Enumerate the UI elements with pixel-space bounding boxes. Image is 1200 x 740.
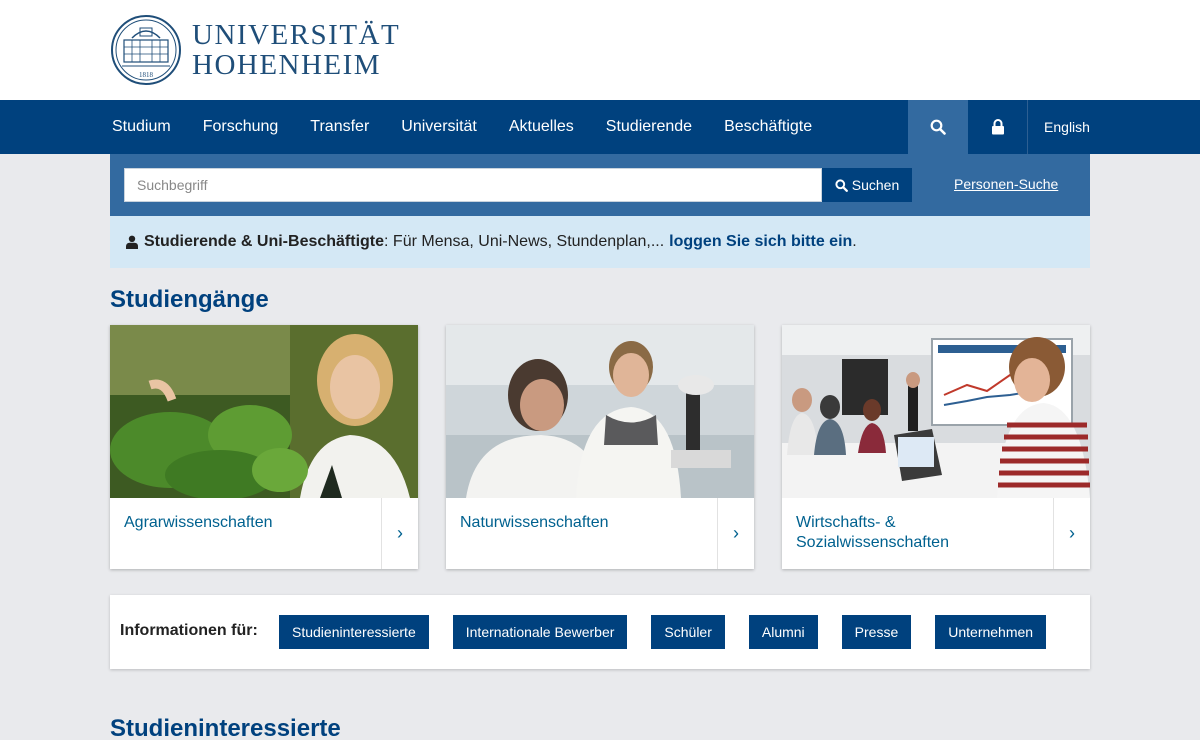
- target-button-presse[interactable]: Presse: [841, 615, 912, 649]
- wordmark-line-2: HOHENHEIM: [192, 49, 382, 81]
- target-button-internationale-bewerber[interactable]: Internationale Bewerber: [452, 615, 628, 649]
- search-icon: [930, 119, 946, 135]
- nav-login-button[interactable]: [968, 100, 1028, 154]
- program-card-wiso-label: Wirtschafts- & Sozialwissenschaften: [796, 514, 949, 551]
- target-button-alumni[interactable]: Alumni: [748, 615, 818, 649]
- programs-section-title: Studiengänge: [110, 286, 269, 313]
- login-link[interactable]: loggen Sie sich bitte ein: [669, 233, 852, 251]
- program-card-agrar[interactable]: Agrarwissenschaften ›: [110, 325, 418, 569]
- target-group-buttons: Studieninteressierte Internationale Bewe…: [279, 615, 1047, 649]
- prospective-section-title: Studieninteressierte: [110, 715, 341, 740]
- login-notice-audience: Studierende & Uni-Beschäftigte: [144, 233, 385, 250]
- university-wordmark: UNIVERSITÄT HOHENHEIM: [192, 20, 400, 80]
- nav-item-forschung[interactable]: Forschung: [187, 100, 295, 154]
- program-card-agrar-photo: [110, 325, 418, 498]
- program-card-wiso[interactable]: Wirtschafts- & Sozialwissenschaften ›: [782, 325, 1090, 569]
- people-search-link[interactable]: Personen-Suche: [954, 176, 1058, 192]
- program-card-wiso-photo: [782, 325, 1090, 498]
- language-switch-english[interactable]: English: [1028, 100, 1106, 154]
- nav-item-beschaeftigte[interactable]: Beschäftigte: [708, 100, 828, 154]
- nav-search-toggle[interactable]: [908, 100, 968, 154]
- search-button-label: Suchen: [851, 177, 900, 193]
- target-button-schueler[interactable]: Schüler: [651, 615, 725, 649]
- wordmark-line-1: UNIVERSITÄT: [192, 19, 401, 51]
- program-card-natur[interactable]: Naturwissenschaften ›: [446, 325, 754, 569]
- chevron-right-icon: ›: [717, 498, 754, 569]
- program-card-agrar-label: Agrarwissenschaften: [124, 514, 273, 531]
- main-navigation: Studium Forschung Transfer Universität A…: [0, 100, 1200, 154]
- nav-menu: Studium Forschung Transfer Universität A…: [96, 100, 828, 154]
- search-band: Suchen Personen-Suche: [110, 154, 1090, 216]
- seal-year: 1818: [139, 71, 154, 79]
- nav-item-studierende[interactable]: Studierende: [590, 100, 708, 154]
- lock-icon: [991, 119, 1004, 135]
- program-card-natur-label: Naturwissenschaften: [460, 514, 609, 531]
- login-notice-end: .: [852, 233, 857, 250]
- nav-item-aktuelles[interactable]: Aktuelles: [493, 100, 590, 154]
- target-button-studieninteressierte[interactable]: Studieninteressierte: [279, 615, 429, 649]
- target-group-bar: Informationen für: Studieninteressierte …: [110, 595, 1090, 669]
- nav-item-universitaet[interactable]: Universität: [385, 100, 493, 154]
- chevron-right-icon: ›: [381, 498, 418, 569]
- university-logo[interactable]: 1818 UNIVERSITÄT HOHENHEIM: [110, 14, 400, 86]
- search-input[interactable]: [124, 168, 822, 202]
- login-notice: Studierende & Uni-Beschäftigte : Für Men…: [110, 216, 1090, 268]
- user-icon: [126, 235, 138, 249]
- search-icon: [835, 178, 848, 192]
- nav-item-transfer[interactable]: Transfer: [294, 100, 385, 154]
- chevron-right-icon: ›: [1053, 498, 1090, 569]
- header: 1818 UNIVERSITÄT HOHENHEIM: [0, 0, 1200, 100]
- target-group-label: Informationen für:: [120, 622, 258, 639]
- login-notice-text: : Für Mensa, Uni-News, Stundenplan,...: [384, 233, 665, 250]
- university-seal-icon: 1818: [111, 15, 181, 85]
- program-card-natur-photo: [446, 325, 754, 498]
- target-button-unternehmen[interactable]: Unternehmen: [935, 615, 1047, 649]
- nav-item-studium[interactable]: Studium: [96, 100, 187, 154]
- search-submit-button[interactable]: Suchen: [822, 168, 912, 202]
